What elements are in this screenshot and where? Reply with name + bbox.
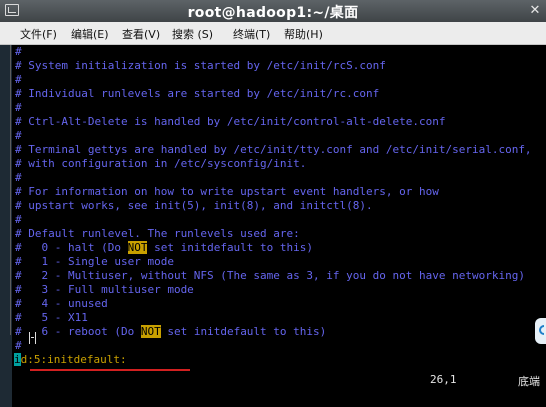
terminal-text: # 0 - halt (Do [15, 241, 128, 254]
terminal-line: # [15, 339, 22, 352]
initdefault-line: id:5:initdefault: [14, 353, 127, 367]
terminal-line: # [15, 101, 22, 114]
terminal-line: # 5 - X11 [15, 311, 88, 324]
terminal-area[interactable]: # # System initialization is started by … [12, 45, 546, 407]
text-cursor-icon [29, 332, 36, 344]
text-cursor: i [14, 353, 21, 366]
window-titlebar[interactable]: root@hadoop1:~/桌面 ✕ [0, 0, 546, 22]
terminal-line: # upstart works, see init(5), init(8), a… [15, 199, 373, 212]
cursor-position: 26,1 [430, 373, 457, 386]
terminal-line: # 4 - unused [15, 297, 108, 310]
terminal-line: # 6 - reboot (Do NOT set initdefault to … [15, 325, 326, 339]
terminal-line: # with configuration in /etc/sysconfig/i… [15, 157, 307, 170]
terminal-line: # [15, 213, 22, 226]
menu-file[interactable]: 文件(F) [20, 26, 57, 42]
menu-terminal[interactable]: 终端(T) [233, 26, 270, 42]
side-tab-icon[interactable] [535, 318, 546, 344]
terminal-line: # 3 - Full multiuser mode [15, 283, 194, 296]
menu-edit[interactable]: 编辑(E) [71, 26, 109, 42]
terminal-line: # 2 - Multiuser, without NFS (The same a… [15, 269, 525, 282]
window-title: root@hadoop1:~/桌面 [187, 5, 359, 21]
terminal-line: # 0 - halt (Do NOT set initdefault to th… [15, 241, 313, 255]
menu-view[interactable]: 查看(V) [122, 26, 160, 42]
terminal-line: # Default runlevel. The runlevels used a… [15, 227, 300, 240]
initdefault-text: d:5:initdefault: [20, 353, 127, 366]
search-highlight: NOT [127, 241, 148, 254]
close-icon[interactable]: ✕ [528, 4, 542, 18]
terminal-line: # System initialization is started by /e… [15, 59, 386, 72]
terminal-line: # [15, 45, 22, 58]
terminal-line: # 1 - Single user mode [15, 255, 174, 268]
annotation-underline [30, 369, 190, 371]
terminal-line: # [15, 73, 22, 86]
terminal-text: set initdefault to this) [160, 325, 327, 338]
terminal-line: # Individual runlevels are started by /e… [15, 87, 380, 100]
scroll-position: 底端 [518, 375, 540, 388]
menu-search[interactable]: 搜索 (S) [172, 26, 213, 42]
window-left-border [10, 45, 11, 335]
terminal-line: # For information on how to write upstar… [15, 185, 439, 198]
menu-bar: 文件(F) 编辑(E) 查看(V) 搜索 (S) 终端(T) 帮助(H) [0, 22, 546, 45]
menu-help[interactable]: 帮助(H) [284, 26, 323, 42]
terminal-line: # [15, 171, 22, 184]
terminal-line: # [15, 129, 22, 142]
terminal-text: set initdefault to this) [147, 241, 314, 254]
terminal-line: # Terminal gettys are handled by /etc/in… [15, 143, 532, 156]
terminal-line: # Ctrl-Alt-Delete is handled by /etc/ini… [15, 115, 446, 128]
search-highlight: NOT [140, 325, 161, 338]
